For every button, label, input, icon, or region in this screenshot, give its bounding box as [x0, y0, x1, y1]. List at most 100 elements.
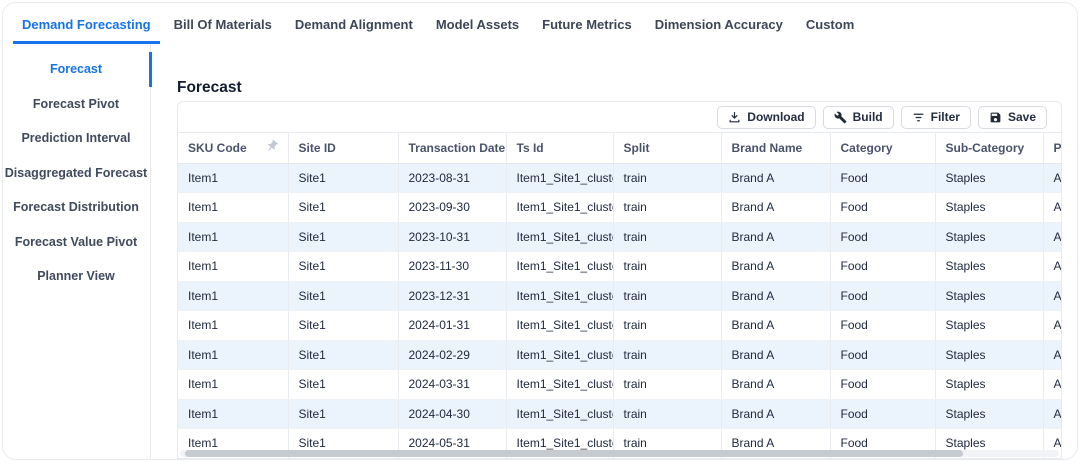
sidebar-item-forecast-value-pivot[interactable]: Forecast Value Pivot	[3, 225, 152, 260]
table-row[interactable]: Item1Site12023-08-31Item1_Site1_clusterA…	[178, 163, 1061, 193]
table-cell: Item1	[178, 281, 288, 311]
app-window: Demand Forecasting Bill Of Materials Deman…	[2, 2, 1078, 460]
table-cell: Food	[830, 340, 935, 370]
table-cell: Site1	[288, 370, 398, 400]
table-cell: train	[613, 281, 721, 311]
filter-button-label: Filter	[931, 110, 960, 124]
download-button[interactable]: Download	[717, 106, 815, 129]
column-header-sku-code[interactable]: SKU Code	[178, 133, 288, 163]
tab-demand-forecasting[interactable]: Demand Forecasting	[13, 15, 160, 44]
table-cell: Item1	[178, 163, 288, 193]
save-icon	[989, 111, 1002, 124]
scrollbar-thumb[interactable]	[185, 450, 963, 457]
sidebar-item-label: Forecast Value Pivot	[15, 235, 137, 249]
table-cell: Food	[830, 399, 935, 429]
tab-label: Bill Of Materials	[174, 17, 272, 32]
table-row[interactable]: Item1Site12023-09-30Item1_Site1_clusterA…	[178, 193, 1061, 223]
wrench-icon	[834, 111, 847, 124]
sidebar-item-forecast-pivot[interactable]: Forecast Pivot	[3, 87, 152, 122]
sidebar-item-planner-view[interactable]: Planner View	[3, 259, 152, 294]
tab-model-assets[interactable]: Model Assets	[427, 15, 528, 44]
sidebar: Forecast Forecast Pivot Prediction Interva…	[3, 44, 151, 459]
tab-custom[interactable]: Custom	[797, 15, 863, 44]
table-cell: Item1	[178, 311, 288, 341]
table-cell: 2024-03-31	[398, 370, 506, 400]
data-grid: SKU Code Site ID Transaction DateTs IdSpl…	[178, 132, 1061, 458]
table-cell: Al	[1043, 252, 1061, 282]
tab-demand-alignment[interactable]: Demand Alignment	[286, 15, 422, 44]
column-header-label: Site ID	[299, 141, 336, 155]
build-button[interactable]: Build	[823, 106, 894, 129]
column-header-label: Pro	[1054, 141, 1062, 155]
column-header-pro[interactable]: Pro	[1043, 133, 1061, 163]
table-row[interactable]: Item1Site12024-01-31Item1_Site1_clusterA…	[178, 311, 1061, 341]
column-header-split[interactable]: Split	[613, 133, 721, 163]
table-cell: Item1	[178, 370, 288, 400]
tab-dimension-accuracy[interactable]: Dimension Accuracy	[646, 15, 792, 44]
table-cell: Food	[830, 252, 935, 282]
sidebar-item-disaggregated-forecast[interactable]: Disaggregated Forecast	[3, 156, 152, 191]
table-cell: Site1	[288, 193, 398, 223]
page-title: Forecast	[177, 78, 1062, 98]
table-cell: Al	[1043, 281, 1061, 311]
filter-button[interactable]: Filter	[901, 106, 971, 129]
table-cell: Item1_Site1_clusterAY	[506, 193, 613, 223]
table-cell: Al	[1043, 340, 1061, 370]
table-cell: Item1	[178, 252, 288, 282]
table-cell: Al	[1043, 311, 1061, 341]
sidebar-item-forecast-distribution[interactable]: Forecast Distribution	[3, 190, 152, 225]
column-header-category[interactable]: Category	[830, 133, 935, 163]
column-header-sub-category[interactable]: Sub-Category	[935, 133, 1043, 163]
pin-icon[interactable]	[260, 137, 281, 159]
table-cell: Food	[830, 281, 935, 311]
download-icon	[728, 111, 741, 124]
forecast-table: SKU Code Site ID Transaction DateTs IdSpl…	[178, 133, 1061, 458]
build-button-label: Build	[853, 110, 883, 124]
table-cell: train	[613, 193, 721, 223]
table-cell: 2023-10-31	[398, 222, 506, 252]
column-header-label: Transaction Date	[409, 141, 506, 155]
column-header-transaction-date[interactable]: Transaction Date	[398, 133, 506, 163]
save-button[interactable]: Save	[978, 106, 1047, 129]
column-header-label: Sub-Category	[946, 141, 1025, 155]
table-cell: Brand A	[721, 222, 830, 252]
column-header-brand-name[interactable]: Brand Name	[721, 133, 830, 163]
horizontal-scrollbar[interactable]	[180, 450, 1059, 457]
table-cell: Item1_Site1_clusterAY	[506, 281, 613, 311]
table-cell: Staples	[935, 281, 1043, 311]
sidebar-item-forecast[interactable]: Forecast	[3, 52, 152, 87]
table-row[interactable]: Item1Site12024-04-30Item1_Site1_clusterA…	[178, 399, 1061, 429]
column-header-ts-id[interactable]: Ts Id	[506, 133, 613, 163]
sidebar-item-label: Prediction Interval	[21, 131, 130, 145]
tab-bar: Demand Forecasting Bill Of Materials Deman…	[3, 3, 1077, 44]
sidebar-item-label: Forecast Distribution	[13, 200, 139, 214]
content-area: Forecast Forecast Pivot Prediction Interva…	[3, 44, 1077, 459]
table-cell: Staples	[935, 163, 1043, 193]
table-row[interactable]: Item1Site12023-12-31Item1_Site1_clusterA…	[178, 281, 1061, 311]
table-cell: Site1	[288, 281, 398, 311]
forecast-card: Download Build Filter	[177, 101, 1062, 459]
table-row[interactable]: Item1Site12023-10-31Item1_Site1_clusterA…	[178, 222, 1061, 252]
table-row[interactable]: Item1Site12024-03-31Item1_Site1_clusterA…	[178, 370, 1061, 400]
sidebar-item-label: Forecast Pivot	[33, 97, 119, 111]
table-cell: 2023-08-31	[398, 163, 506, 193]
table-cell: Staples	[935, 311, 1043, 341]
table-cell: Staples	[935, 222, 1043, 252]
table-row[interactable]: Item1Site12023-11-30Item1_Site1_clusterA…	[178, 252, 1061, 282]
table-body: Item1Site12023-08-31Item1_Site1_clusterA…	[178, 163, 1061, 458]
column-header-site-id[interactable]: Site ID	[288, 133, 398, 163]
table-cell: Brand A	[721, 281, 830, 311]
download-button-label: Download	[747, 110, 804, 124]
tab-bill-of-materials[interactable]: Bill Of Materials	[165, 15, 281, 44]
table-cell: Item1	[178, 222, 288, 252]
table-row[interactable]: Item1Site12024-02-29Item1_Site1_clusterA…	[178, 340, 1061, 370]
table-cell: Item1	[178, 399, 288, 429]
tab-label: Dimension Accuracy	[655, 17, 783, 32]
table-cell: Brand A	[721, 311, 830, 341]
sidebar-item-prediction-interval[interactable]: Prediction Interval	[3, 121, 152, 156]
table-cell: Item1_Site1_clusterAY	[506, 252, 613, 282]
tab-future-metrics[interactable]: Future Metrics	[533, 15, 641, 44]
table-cell: train	[613, 340, 721, 370]
table-cell: Brand A	[721, 163, 830, 193]
table-cell: Site1	[288, 163, 398, 193]
